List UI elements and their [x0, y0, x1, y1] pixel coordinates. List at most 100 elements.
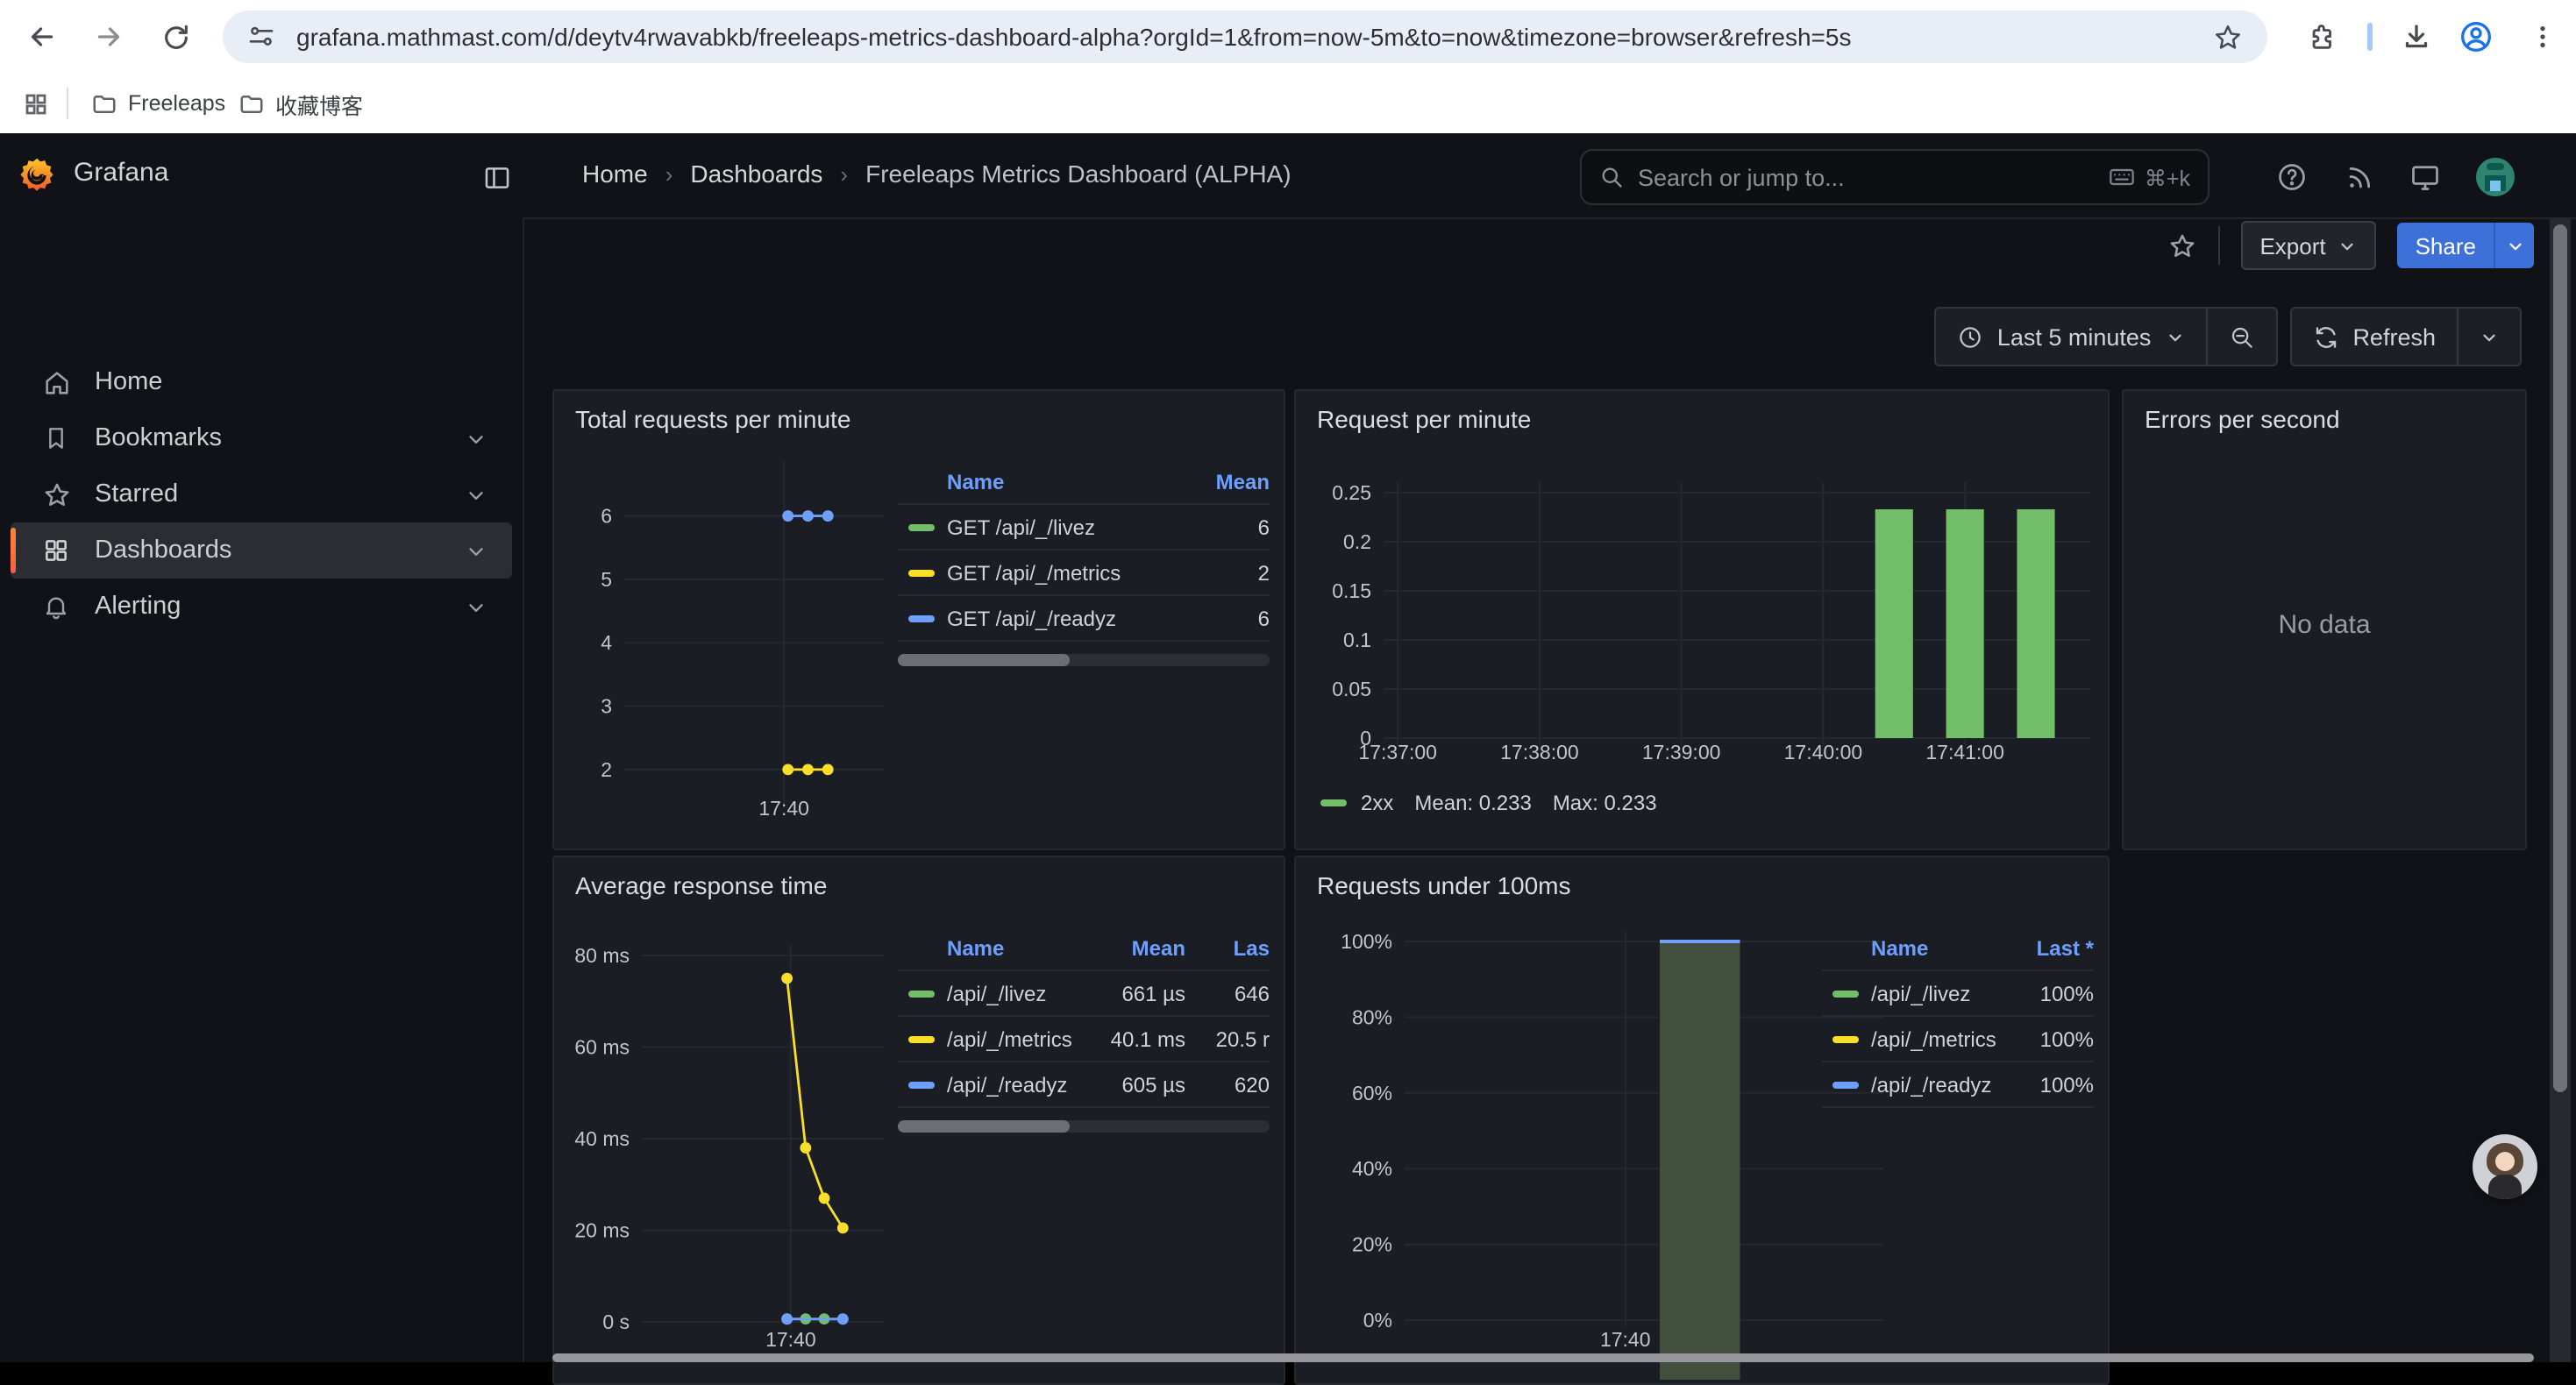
news-button[interactable] [2339, 158, 2378, 196]
bar-chart[interactable]: 0.250.20.150.10.05017:37:0017:38:0017:39… [1310, 458, 2099, 808]
time-range-picker[interactable]: Last 5 minutes [1936, 309, 2206, 365]
grafana-logo [18, 156, 56, 195]
extensions-button[interactable] [2301, 16, 2343, 58]
chart-legend[interactable]: 2xx Mean: 0.233 Max: 0.233 [1320, 791, 1657, 815]
breadcrumb-home[interactable]: Home [582, 160, 648, 188]
legend-swatch [908, 990, 935, 997]
sidebar-item-starred[interactable]: Starred [11, 466, 512, 522]
panel-title[interactable]: Requests under 100ms [1317, 871, 1571, 899]
profile-icon [2459, 19, 2494, 54]
legend-scrollbar[interactable] [898, 1120, 1270, 1133]
back-button[interactable] [21, 16, 63, 58]
legend-row[interactable]: /api/_/livez661 µs646 [898, 971, 1270, 1017]
legend-row[interactable]: /api/_/livez100% [1822, 971, 2094, 1017]
legend-header: NameMean [898, 461, 1270, 505]
horizontal-scrollbar[interactable] [552, 1353, 2534, 1362]
chevron-down-icon[interactable] [465, 427, 487, 450]
zoom-out-icon [2228, 323, 2254, 350]
legend-swatch [908, 1081, 935, 1088]
scrollbar-thumb[interactable] [2553, 224, 2567, 1092]
profile-button[interactable] [2455, 16, 2497, 58]
svg-text:0.05: 0.05 [1332, 678, 1371, 700]
bookmark-star-icon[interactable] [2213, 22, 2243, 52]
sidebar-item-dashboards[interactable]: Dashboards [11, 522, 512, 579]
panel-errors-per-second: Errors per second No data [2122, 389, 2527, 850]
svg-text:0%: 0% [1363, 1309, 1392, 1332]
help-button[interactable] [2273, 158, 2311, 196]
legend-row[interactable]: GET /api/_/readyz6 [898, 596, 1270, 642]
bookmark-folder-blogs[interactable]: 收藏博客 [238, 86, 363, 121]
browser-window: grafana.mathmast.com/d/deytv4rwavabkb/fr… [0, 0, 2576, 1362]
search-input[interactable]: Search or jump to... ⌘+k [1580, 149, 2210, 205]
sidebar-item-label: Alerting [95, 593, 181, 621]
share-button[interactable]: Share [2398, 223, 2494, 268]
vertical-scrollbar[interactable] [2550, 217, 2571, 1362]
panel-title[interactable]: Average response time [575, 871, 827, 899]
legend-row[interactable]: GET /api/_/metrics2 [898, 550, 1270, 596]
chevron-down-icon[interactable] [465, 595, 487, 618]
zoom-out-button[interactable] [2205, 309, 2275, 365]
legend-row[interactable]: /api/_/readyz605 µs620 [898, 1062, 1270, 1108]
folder-icon [91, 90, 117, 117]
chevron-down-icon[interactable] [465, 483, 487, 506]
nav-sidebar: Home Bookmarks Starred Dashboards Alerti [0, 217, 524, 1362]
legend-row[interactable]: GET /api/_/livez6 [898, 505, 1270, 550]
legend-row[interactable]: /api/_/metrics40.1 ms20.5 r [898, 1017, 1270, 1062]
legend-row[interactable]: /api/_/metrics100% [1822, 1017, 2094, 1062]
url-input[interactable]: grafana.mathmast.com/d/deytv4rwavabkb/fr… [296, 23, 2213, 51]
panel-title[interactable]: Total requests per minute [575, 405, 850, 433]
favorite-star-icon[interactable] [2167, 231, 2196, 260]
search-placeholder: Search or jump to... [1638, 164, 2108, 190]
kiosk-mode-button[interactable] [2406, 158, 2444, 196]
user-avatar[interactable] [2476, 158, 2515, 196]
downloads-button[interactable] [2395, 16, 2437, 58]
sidebar-item-bookmarks[interactable]: Bookmarks [11, 410, 512, 466]
bookmark-folder-freeleaps[interactable]: Freeleaps [91, 86, 225, 121]
sidebar-item-alerting[interactable]: Alerting [11, 579, 512, 635]
svg-text:0.1: 0.1 [1343, 629, 1371, 651]
reload-button[interactable] [154, 16, 196, 58]
sidebar-item-label: Bookmarks [95, 424, 222, 452]
search-icon [1599, 165, 1624, 189]
share-menu-button[interactable] [2494, 223, 2534, 268]
chevron-down-icon [2480, 327, 2499, 346]
address-bar[interactable]: grafana.mathmast.com/d/deytv4rwavabkb/fr… [223, 11, 2267, 63]
panel-title[interactable]: Request per minute [1317, 405, 1531, 433]
browser-menu-button[interactable] [2522, 16, 2564, 58]
svg-text:17:40: 17:40 [1600, 1328, 1651, 1351]
svg-text:17:41:00: 17:41:00 [1925, 741, 2004, 764]
chevron-down-icon [2505, 236, 2524, 255]
refresh-button[interactable]: Refresh [2291, 309, 2457, 365]
legend-table: NameMeanGET /api/_/livez6GET /api/_/metr… [898, 461, 1270, 666]
sidebar-item-home[interactable]: Home [11, 354, 512, 410]
svg-text:4: 4 [601, 631, 612, 654]
download-icon [2401, 21, 2432, 53]
monitor-icon [2409, 161, 2441, 193]
chevron-down-icon[interactable] [465, 539, 487, 562]
timeseries-chart[interactable]: 80 ms60 ms40 ms20 ms0 s17:40 [572, 924, 905, 1380]
svg-text:40%: 40% [1352, 1157, 1392, 1180]
export-button[interactable]: Export [2240, 221, 2376, 270]
area-chart[interactable]: 100%80%60%40%20%0%17:40 [1313, 924, 1901, 1380]
sidebar-toggle-button[interactable] [477, 158, 516, 196]
folder-icon [238, 90, 265, 117]
share-button-group: Share [2398, 223, 2534, 268]
forward-button[interactable] [88, 16, 130, 58]
star-icon [42, 479, 74, 509]
svg-text:0.15: 0.15 [1332, 579, 1371, 602]
site-info-icon[interactable] [247, 23, 275, 51]
refresh-interval-button[interactable] [2457, 309, 2520, 365]
floating-avatar[interactable] [2473, 1134, 2537, 1199]
bookmarks-divider [67, 88, 68, 119]
legend-row[interactable]: /api/_/readyz100% [1822, 1062, 2094, 1108]
legend-series-name: 2xx [1361, 791, 1393, 815]
brand-title[interactable]: Grafana [74, 158, 168, 188]
timeseries-chart[interactable]: 6543217:40 [572, 458, 905, 843]
apps-button[interactable] [14, 82, 56, 124]
legend-scrollbar[interactable] [898, 654, 1270, 666]
svg-text:17:40:00: 17:40:00 [1784, 741, 1863, 764]
panel-title[interactable]: Errors per second [2145, 405, 2340, 433]
svg-text:0 s: 0 s [602, 1310, 630, 1333]
svg-text:17:37:00: 17:37:00 [1358, 741, 1437, 764]
breadcrumb-dashboards[interactable]: Dashboards [690, 160, 822, 188]
